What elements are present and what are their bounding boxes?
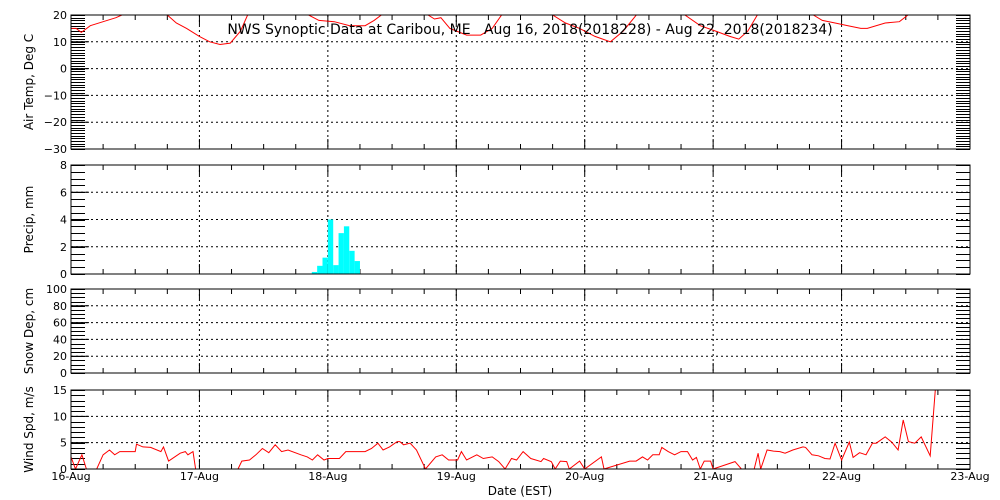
- y-tick-label: 8: [60, 159, 67, 172]
- x-tick-label: 19-Aug: [437, 470, 476, 483]
- y-tick-label: 6: [60, 186, 67, 199]
- y-tick-label: 15: [53, 384, 67, 397]
- precip-bar: [327, 219, 334, 274]
- x-tick-label: 22-Aug: [822, 470, 861, 483]
- precip-bar: [338, 233, 344, 274]
- panel-3: 100 80 60 40 20 0 Snow Dep, cm: [22, 283, 971, 380]
- y-tick-label: 2: [60, 241, 67, 254]
- y-axis-label: Precip, mm: [22, 186, 36, 254]
- x-axis-label: Date (EST): [488, 484, 552, 498]
- y-axis-label: Wind Spd, m/s: [22, 386, 36, 472]
- chart-title: NWS Synoptic Data at Caribou, ME Aug 16,…: [227, 22, 832, 38]
- x-tick-label: 20-Aug: [565, 470, 604, 483]
- y-tick-label: 100: [46, 283, 67, 296]
- y-tick-label: 10: [53, 410, 67, 423]
- panel-2: 8 6 4 2 0 Precip, mm: [22, 159, 971, 281]
- panel-4: 151050Wind Spd, m/s: [22, 384, 971, 476]
- precip-bar: [322, 257, 328, 274]
- precip-bar: [343, 226, 350, 274]
- y-tick-label: 40: [53, 333, 67, 346]
- precip-bar: [354, 261, 360, 274]
- y-tick-label: 0: [60, 268, 67, 281]
- y-tick-label: −10: [44, 89, 67, 102]
- y-tick-label: −30: [44, 143, 67, 156]
- y-tick-label: 20: [53, 350, 67, 363]
- plot-frame: [70, 389, 971, 470]
- y-axis-label: Air Temp, Deg C: [22, 34, 36, 130]
- x-tick-label: 16-Aug: [51, 470, 90, 483]
- y-tick-label: 20: [53, 9, 67, 22]
- y-tick-label: 60: [53, 317, 67, 330]
- y-tick-label: 0: [60, 63, 67, 76]
- plot-frame: [70, 288, 971, 374]
- y-axis-label: Snow Dep, cm: [22, 288, 36, 374]
- y-tick-label: 4: [60, 214, 67, 227]
- chart-figure: 20 10 0 −10 −20 −30 Air Temp, Deg C 8 6 4 2 0 Precip…: [0, 0, 1000, 500]
- y-tick-label: 5: [60, 437, 67, 450]
- precip-bar: [349, 250, 355, 274]
- x-tick-label: 17-Aug: [180, 470, 219, 483]
- x-tick-label: 18-Aug: [308, 470, 347, 483]
- series-group: [71, 390, 936, 469]
- x-tick-label: 23-Aug: [950, 470, 989, 483]
- x-tick-label: 21-Aug: [694, 470, 733, 483]
- plot-frame: [70, 164, 971, 275]
- y-tick-label: 80: [53, 300, 67, 313]
- y-tick-label: 10: [53, 36, 67, 49]
- precip-bar: [333, 265, 339, 274]
- series-line: [71, 390, 936, 469]
- y-tick-label: −20: [44, 116, 67, 129]
- chart-svg: 20100−10−20−30Air Temp, Deg C86420Precip…: [22, 9, 990, 498]
- y-tick-label: 0: [60, 367, 67, 380]
- precip-bar: [317, 265, 323, 274]
